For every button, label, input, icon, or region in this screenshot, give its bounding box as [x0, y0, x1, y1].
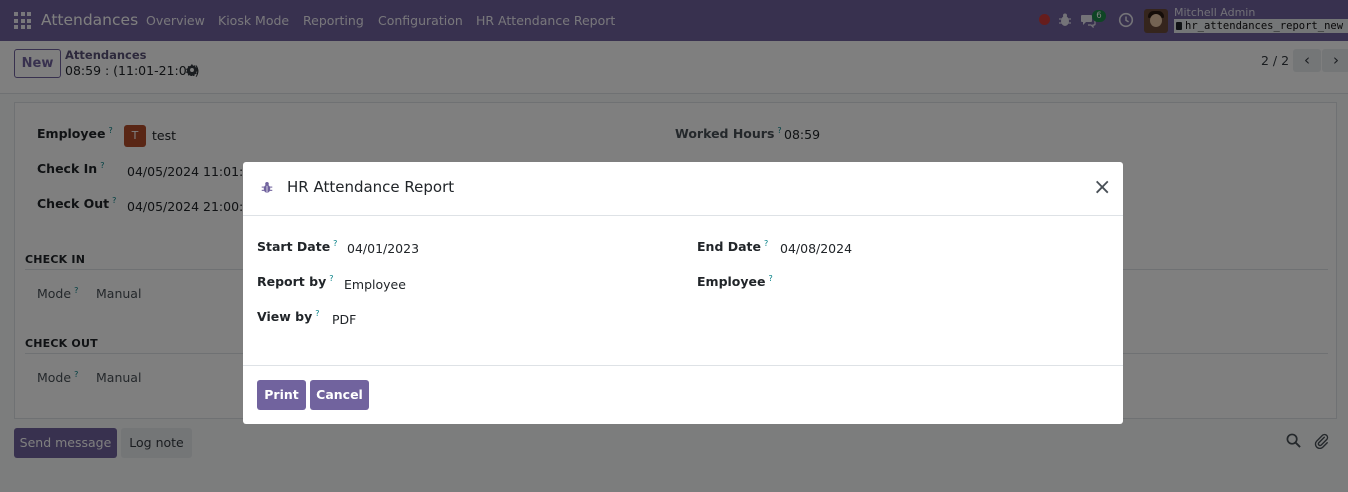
report-by-label: Report by? [257, 274, 334, 290]
view-by-select[interactable]: PDF [332, 312, 356, 327]
start-date-field[interactable]: 04/01/2023 [347, 241, 419, 256]
dialog-footer-divider [243, 365, 1123, 366]
hr-attendance-report-dialog: HR Attendance Report × Start Date? 04/01… [243, 162, 1123, 424]
dialog-title: HR Attendance Report [287, 178, 455, 196]
employee-filter-label: Employee? [697, 274, 773, 290]
start-date-label: Start Date? [257, 239, 338, 255]
employee-filter-field[interactable] [780, 277, 1100, 293]
view-by-label: View by? [257, 309, 320, 325]
cancel-button[interactable]: Cancel [310, 380, 369, 410]
report-by-select[interactable]: Employee [344, 277, 406, 292]
end-date-label: End Date? [697, 239, 769, 255]
debug-bug-icon [261, 182, 273, 193]
close-icon[interactable]: × [1093, 177, 1111, 199]
end-date-field[interactable]: 04/08/2024 [780, 241, 852, 256]
print-button[interactable]: Print [257, 380, 306, 410]
dialog-header: HR Attendance Report × [243, 162, 1123, 216]
